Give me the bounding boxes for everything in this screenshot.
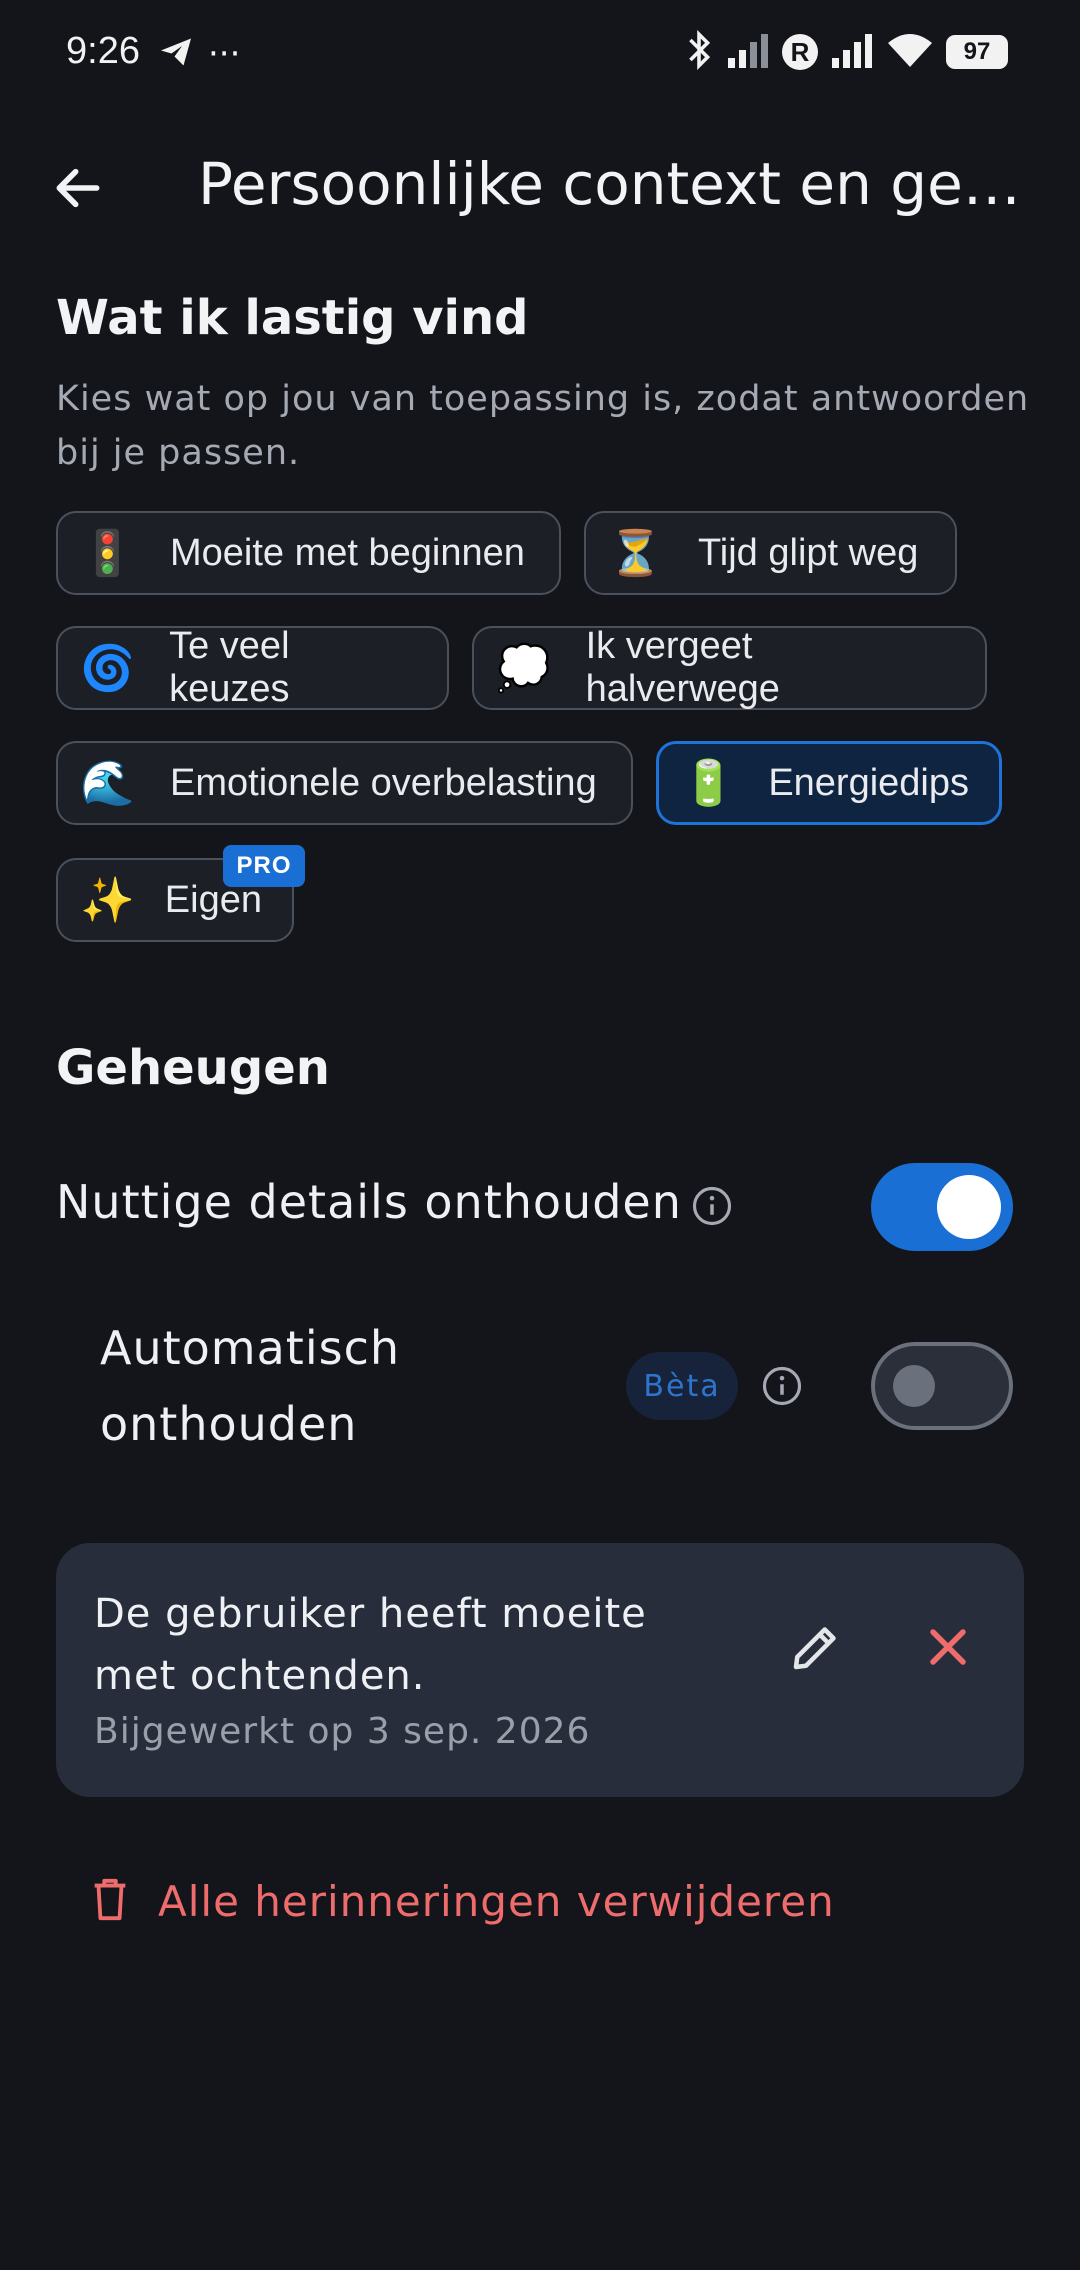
chip-label: Ik vergeet halverwege [585, 625, 780, 710]
auto-remember-label: Automatisch onthouden [100, 1321, 401, 1451]
memory-item-date: Bijgewerkt op 3 sep. 2026 [94, 1711, 591, 1752]
thought-bubble-icon: 💭 [496, 644, 551, 693]
sparkles-icon: ✨ [80, 876, 135, 925]
trash-icon [90, 1876, 130, 1926]
toggle-knob [893, 1365, 935, 1407]
beta-badge: Bèta [626, 1352, 738, 1420]
wifi-icon [886, 31, 934, 73]
remember-details-label: Nuttige details onthouden [56, 1175, 682, 1229]
difficulties-title: Wat ik lastig vind [56, 290, 529, 346]
roaming-badge: R [782, 34, 818, 70]
chip-label: Energiedips [768, 761, 969, 804]
chip-ik-vergeet-halverwege[interactable]: 💭 Ik vergeet halverwege [472, 625, 987, 710]
chip-tijd-glipt-weg[interactable]: ⏳ Tijd glipt weg [584, 511, 957, 595]
hourglass-icon: ⏳ [608, 529, 663, 578]
battery-icon: 97 [946, 35, 1008, 69]
chip-label: Moeite met beginnen [170, 531, 525, 574]
edit-pencil-icon[interactable] [786, 1617, 846, 1677]
toggle-knob [937, 1175, 1001, 1239]
chip-moeite-met-beginnen[interactable]: 🚦 Moeite met beginnen [56, 511, 561, 595]
chip-te-veel-keuzes[interactable]: 🌀 Te veel keuzes [56, 625, 449, 710]
traffic-light-icon: 🚦 [80, 529, 135, 578]
chip-emotionele-overbelasting[interactable]: 🌊 Emotionele overbelasting [56, 741, 633, 825]
telegram-icon [158, 34, 194, 74]
chip-label: Tijd glipt weg [698, 531, 919, 574]
chip-label: Te veel keuzes [169, 625, 290, 710]
battery-emoji-icon: 🔋 [681, 759, 736, 808]
signal-icon [726, 32, 770, 72]
status-time: 9:26 [66, 30, 140, 72]
bluetooth-icon [684, 29, 714, 74]
delete-all-label: Alle herinneringen verwijderen [158, 1876, 835, 1926]
delete-all-memories-button[interactable]: Alle herinneringen verwijderen [90, 1876, 835, 1926]
difficulties-description: Kies wat op jou van toepassing is, zodat… [56, 379, 1030, 473]
auto-remember-toggle[interactable] [871, 1342, 1013, 1430]
memory-item-card: De gebruiker heeft moeite met ochtenden.… [56, 1543, 1024, 1797]
signal-icon [830, 32, 874, 72]
chip-energiedips[interactable]: 🔋 Energiedips [656, 741, 1002, 825]
status-bar: 9:26 ··· R 97 [0, 0, 1080, 110]
memory-title: Geheugen [56, 1040, 330, 1096]
page-title: Persoonlijke context en geheugen [198, 150, 1038, 218]
pro-badge: PRO [223, 845, 305, 887]
info-icon[interactable] [761, 1365, 803, 1407]
delete-memory-close-icon[interactable] [918, 1617, 978, 1677]
back-arrow-icon[interactable] [50, 160, 106, 216]
cyclone-icon: 🌀 [80, 644, 135, 693]
info-icon[interactable] [691, 1185, 733, 1227]
memory-item-text: De gebruiker heeft moeite met ochtenden. [94, 1591, 647, 1699]
wave-icon: 🌊 [80, 759, 135, 808]
remember-details-toggle[interactable] [871, 1163, 1013, 1251]
chip-label: Emotionele overbelasting [170, 761, 597, 804]
more-icon: ··· [208, 34, 241, 74]
